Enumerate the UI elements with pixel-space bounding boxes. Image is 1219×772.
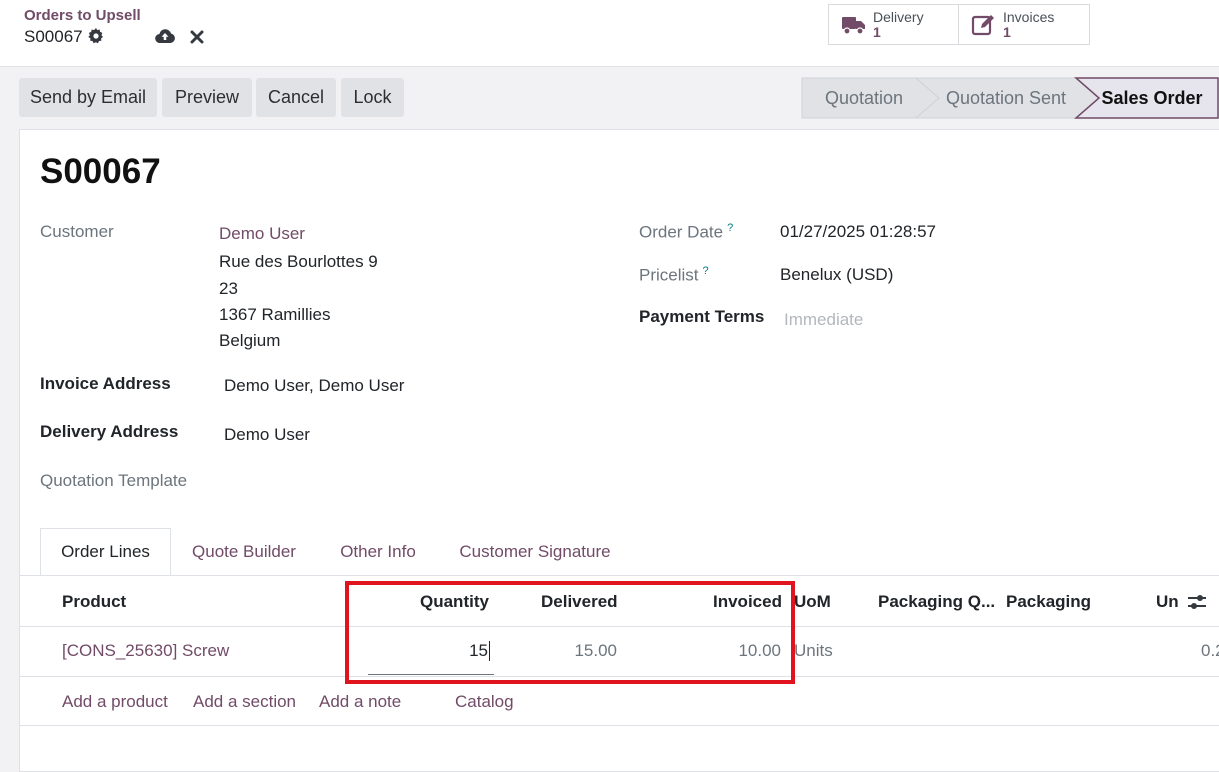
pricelist-label: Pricelist [639,265,699,285]
column-header-unit-price[interactable]: Un [1156,592,1179,612]
delivery-smart-button[interactable]: Delivery 1 [828,4,959,45]
uom-cell[interactable]: Units [794,641,833,661]
highlight-box [345,581,795,684]
tab-order-lines[interactable]: Order Lines [40,528,171,576]
quotation-template-label: Quotation Template [40,471,188,490]
tab-customer-signature[interactable]: Customer Signature [446,528,624,576]
invoice-address-field[interactable]: Demo User, Demo User [224,376,404,396]
invoice-address-label: Invoice Address [40,374,171,393]
delivery-address-label: Delivery Address [40,422,179,441]
record-name: S00067 [24,27,83,46]
lock-button[interactable]: Lock [341,78,404,117]
close-icon[interactable] [190,30,204,44]
product-cell[interactable]: [CONS_25630] Screw [62,641,229,661]
tab-quote-builder[interactable]: Quote Builder [176,528,312,576]
send-by-email-button[interactable]: Send by Email [19,78,157,117]
gear-icon[interactable] [88,28,104,44]
delivery-address-field[interactable]: Demo User [224,425,310,445]
top-bar: Orders to Upsell S00067 Delivery 1 Invoic… [0,0,1219,67]
pricelist-field[interactable]: Benelux (USD) [780,265,893,285]
table-footer-divider [20,725,1219,726]
catalog-link[interactable]: Catalog [455,692,514,712]
order-date-label: Order Date [639,222,724,242]
column-options-icon[interactable] [1187,593,1207,611]
column-header-packaging-qty[interactable]: Packaging Q... [878,592,995,612]
tab-other-info[interactable]: Other Info [324,528,432,576]
add-product-link[interactable]: Add a product [62,692,168,712]
column-header-product[interactable]: Product [62,592,126,612]
add-section-link[interactable]: Add a section [193,692,296,712]
customer-label: Customer [40,222,114,241]
status-sales-order[interactable]: Sales Order [1093,78,1211,118]
help-tooltip-icon[interactable]: ? [703,265,709,277]
status-quotation-sent[interactable]: Quotation Sent [935,78,1077,118]
address-line: 1367 Ramillies [219,305,331,324]
truck-icon [842,16,865,35]
invoices-label: Invoices [1003,8,1055,25]
column-header-uom[interactable]: UoM [794,592,831,612]
payment-terms-label: Payment Terms [639,307,765,326]
column-header-packaging[interactable]: Packaging [1006,592,1091,612]
add-note-link[interactable]: Add a note [319,692,401,712]
address-line: Belgium [219,331,281,350]
order-date-field[interactable]: 01/27/2025 01:28:57 [780,222,936,242]
unit-price-cell[interactable]: 0.2 [1201,641,1219,661]
tab-divider [20,575,1219,576]
preview-button[interactable]: Preview [162,78,252,117]
delivery-label: Delivery [873,8,924,25]
payment-terms-field[interactable]: Immediate [784,310,863,330]
cancel-button[interactable]: Cancel [256,78,336,117]
order-title: S00067 [40,152,161,191]
customer-name[interactable]: Demo User [219,224,305,244]
address-line: 23 [219,279,238,298]
delivery-count: 1 [873,23,881,40]
help-tooltip-icon[interactable]: ? [727,222,733,234]
address-line: Rue des Bourlottes 9 [219,252,378,271]
cloud-upload-icon[interactable] [155,28,175,44]
edit-icon [971,14,994,35]
status-quotation[interactable]: Quotation [808,78,920,118]
breadcrumb-orders-to-upsell[interactable]: Orders to Upsell [24,7,141,24]
invoices-smart-button[interactable]: Invoices 1 [958,4,1090,45]
invoices-count: 1 [1003,23,1011,40]
